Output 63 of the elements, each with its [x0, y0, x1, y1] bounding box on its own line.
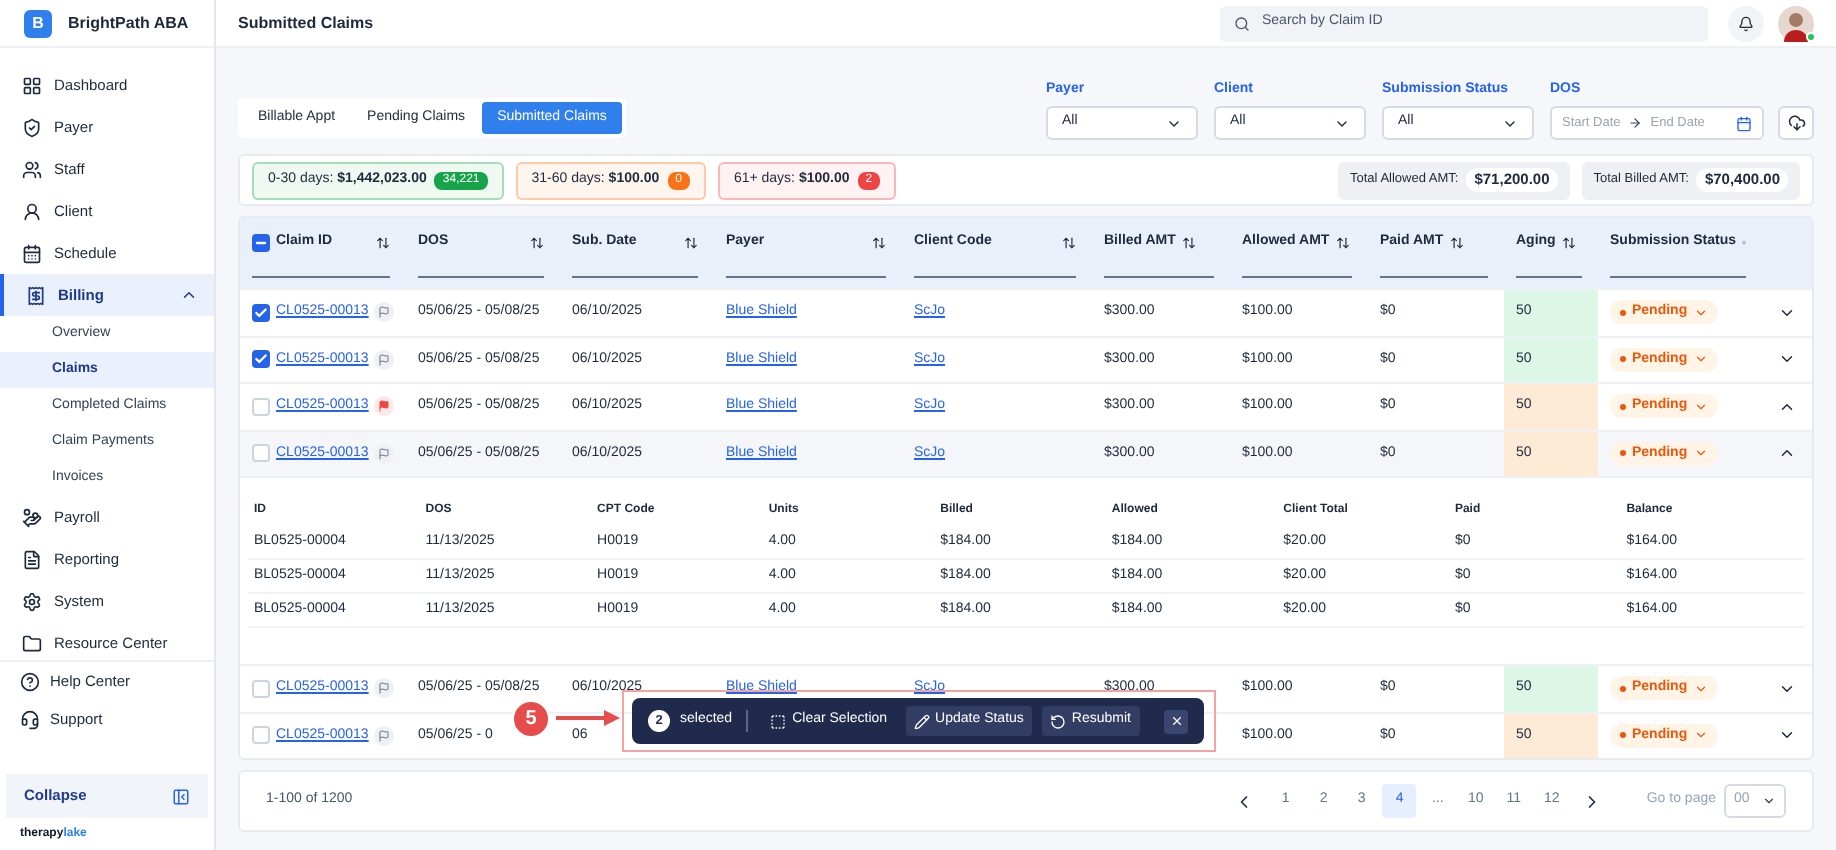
- shield-icon: [22, 117, 42, 137]
- checkbox[interactable]: [252, 679, 270, 698]
- column-filter-line[interactable]: [418, 275, 544, 277]
- callout-arrow: [556, 710, 620, 726]
- column-filter-line[interactable]: [1104, 275, 1214, 277]
- column-filter-line[interactable]: [726, 275, 886, 277]
- column-filter-line[interactable]: [1516, 275, 1582, 277]
- avatar[interactable]: [1778, 5, 1814, 41]
- sort-icon[interactable]: [530, 235, 544, 250]
- flag-icon[interactable]: [374, 725, 395, 746]
- pencil-icon: [913, 713, 930, 729]
- flag-icon[interactable]: [374, 349, 395, 370]
- headset-icon: [20, 709, 40, 729]
- checkbox[interactable]: [252, 726, 270, 745]
- bell-icon: [1738, 15, 1754, 31]
- cloud-download-icon: [1787, 114, 1805, 132]
- column-filter-line[interactable]: [252, 275, 390, 277]
- coins-icon: [22, 507, 42, 527]
- dashed-square-icon: [770, 713, 787, 729]
- help-icon: [20, 671, 40, 691]
- search-icon: [1234, 15, 1250, 31]
- sort-icon[interactable]: [684, 235, 698, 250]
- column-filter-line[interactable]: [1380, 275, 1488, 277]
- grid-icon: [22, 75, 42, 95]
- sort-icon[interactable]: [376, 235, 390, 250]
- download-button[interactable]: [1778, 106, 1814, 140]
- users-icon: [22, 159, 42, 179]
- checkbox[interactable]: [252, 397, 270, 416]
- column-filter-line[interactable]: [1610, 275, 1746, 277]
- calendar-icon: [1736, 115, 1752, 131]
- arrow-right-icon: [1628, 116, 1643, 130]
- chevron-down-icon: [1762, 794, 1776, 808]
- checkbox[interactable]: [252, 350, 270, 369]
- select-all-checkbox[interactable]: [252, 233, 270, 252]
- checkbox[interactable]: [252, 444, 270, 463]
- document-icon: [22, 549, 42, 569]
- sort-icon[interactable]: [1561, 235, 1576, 250]
- close-icon: [1169, 714, 1183, 728]
- user-icon: [22, 201, 42, 221]
- close-button[interactable]: [1164, 709, 1188, 733]
- collapse-icon: [172, 787, 190, 805]
- receipt-icon: [26, 285, 46, 305]
- column-filter-line[interactable]: [572, 275, 698, 277]
- sort-icon[interactable]: [1062, 235, 1076, 250]
- flag-icon[interactable]: [374, 396, 395, 417]
- gear-icon: [22, 591, 42, 611]
- chevron-up-icon[interactable]: [180, 286, 198, 304]
- column-filter-line[interactable]: [1242, 275, 1352, 277]
- notification-button[interactable]: [1728, 5, 1764, 41]
- sort-icon[interactable]: [872, 235, 886, 250]
- rotate-icon: [1049, 713, 1066, 729]
- sort-icon[interactable]: [1449, 235, 1464, 250]
- page-title: Submitted Claims: [238, 11, 376, 35]
- flag-icon[interactable]: [374, 302, 395, 323]
- checkbox[interactable]: [252, 303, 270, 322]
- sort-icon[interactable]: [1181, 235, 1196, 250]
- logo-icon: B: [24, 9, 52, 37]
- column-filter-line[interactable]: [914, 275, 1076, 277]
- calendar-icon: [22, 243, 42, 263]
- sort-icon[interactable]: [1335, 235, 1350, 250]
- brand-name: BrightPath ABA: [68, 11, 189, 35]
- folder-icon: [22, 633, 42, 653]
- flag-icon[interactable]: [374, 678, 395, 699]
